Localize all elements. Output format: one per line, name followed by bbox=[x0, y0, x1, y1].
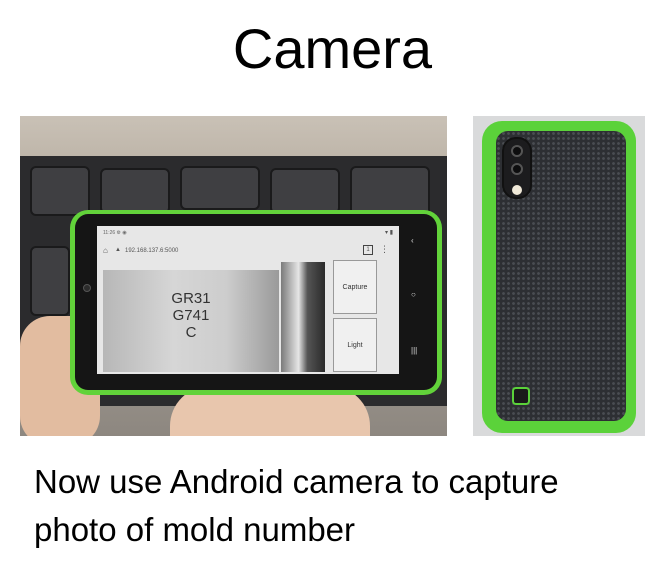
bars-icon[interactable]: ||| bbox=[411, 346, 417, 355]
browser-url-bar[interactable]: ⌂ ▲ 192.168.137.6:5000 1 ⋮ bbox=[101, 244, 393, 258]
camera-preview: GR31 G741 C bbox=[103, 270, 279, 372]
green-phone-case bbox=[482, 121, 636, 433]
url-text[interactable]: 192.168.137.6:5000 bbox=[125, 248, 178, 254]
photo-phone-landscape: 11:26 ⚙ ◉ ▾ ▮ ⌂ ▲ 192.168.137.6:5000 1 ⋮… bbox=[20, 116, 447, 436]
mold-number-text: GR31 G741 C bbox=[153, 290, 229, 341]
status-bar: 11:26 ⚙ ◉ bbox=[97, 226, 399, 240]
mold-line-1: GR31 bbox=[171, 290, 211, 307]
rear-camera-module bbox=[502, 137, 532, 199]
light-button[interactable]: Light bbox=[333, 318, 377, 372]
android-nav-bar: ‹ ○ ||| bbox=[405, 226, 427, 374]
phone-screen: 11:26 ⚙ ◉ ▾ ▮ ⌂ ▲ 192.168.137.6:5000 1 ⋮… bbox=[97, 226, 399, 374]
camera-lens-icon bbox=[511, 145, 523, 157]
lock-icon: ▲ bbox=[115, 247, 121, 253]
charging-port bbox=[512, 387, 530, 405]
more-vert-icon[interactable]: ⋮ bbox=[380, 244, 389, 255]
camera-preview-edge bbox=[281, 262, 325, 372]
slide-caption: Now use Android camera to capture photo … bbox=[34, 463, 559, 548]
front-camera-icon bbox=[83, 284, 91, 292]
camera-lens-icon bbox=[511, 163, 523, 175]
status-time: 11:26 bbox=[103, 230, 116, 236]
chevron-left-icon[interactable]: ‹ bbox=[411, 236, 414, 245]
mold-line-3: C bbox=[185, 324, 197, 341]
slide-title: Camera bbox=[232, 17, 433, 80]
circle-icon[interactable]: ○ bbox=[411, 290, 416, 299]
home-icon[interactable]: ⌂ bbox=[103, 246, 108, 255]
capture-button[interactable]: Capture bbox=[333, 260, 377, 314]
mold-line-2: G741 bbox=[172, 307, 210, 324]
status-icons: ⚙ ◉ bbox=[116, 230, 127, 236]
battery-icon: ▾ ▮ bbox=[385, 230, 393, 236]
tabs-count-button[interactable]: 1 bbox=[363, 245, 373, 255]
flash-icon bbox=[512, 185, 522, 195]
android-phone: 11:26 ⚙ ◉ ▾ ▮ ⌂ ▲ 192.168.137.6:5000 1 ⋮… bbox=[70, 210, 442, 395]
photo-phone-back bbox=[473, 116, 645, 436]
